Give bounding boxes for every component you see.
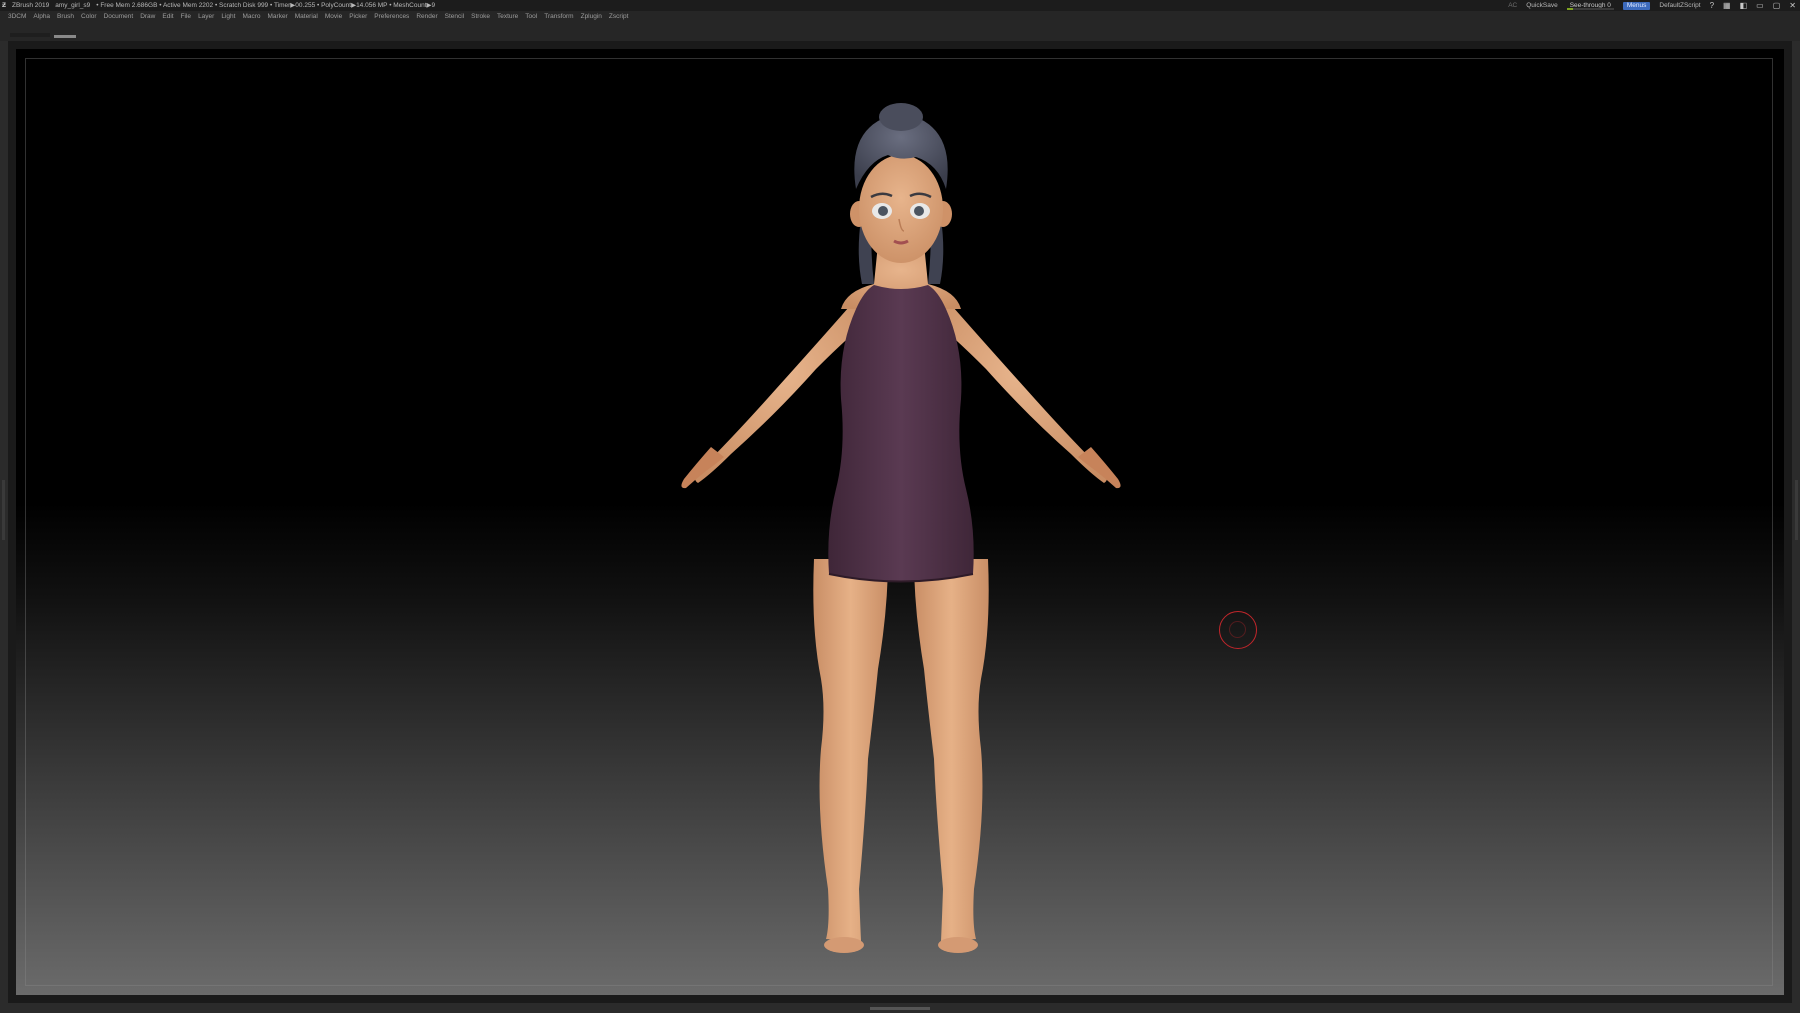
help-icon[interactable]: ? bbox=[1710, 0, 1714, 11]
menu-preferences[interactable]: Preferences bbox=[374, 11, 409, 23]
layout-icon[interactable]: ▦ bbox=[1723, 0, 1731, 11]
menu-transform[interactable]: Transform bbox=[544, 11, 573, 23]
bottom-tray-handle[interactable] bbox=[870, 1007, 930, 1010]
see-through-fill bbox=[1566, 8, 1573, 10]
left-iris bbox=[878, 206, 888, 216]
restore-icon[interactable]: ▢ bbox=[1773, 0, 1781, 11]
menu-file[interactable]: File bbox=[181, 11, 191, 23]
character-model[interactable] bbox=[616, 69, 1176, 995]
left-foot bbox=[824, 937, 864, 953]
shelf-tab[interactable] bbox=[10, 33, 50, 37]
menu-texture[interactable]: Texture bbox=[497, 11, 518, 23]
left-hand bbox=[681, 447, 724, 489]
see-through-track bbox=[1566, 8, 1614, 10]
menu-tool[interactable]: Tool bbox=[525, 11, 537, 23]
menu-alpha[interactable]: Alpha bbox=[33, 11, 50, 23]
right-hand bbox=[1078, 447, 1121, 489]
minimize-icon[interactable]: ▭ bbox=[1756, 0, 1764, 11]
menu-color[interactable]: Color bbox=[81, 11, 97, 23]
menus-button[interactable]: Menus bbox=[1622, 1, 1651, 10]
see-through-slider[interactable]: See-through 0 bbox=[1566, 0, 1614, 11]
menu-stencil[interactable]: Stencil bbox=[445, 11, 465, 23]
menu-items: 3DCM Alpha Brush Color Document Draw Edit File L… bbox=[8, 11, 628, 23]
menu-edit[interactable]: Edit bbox=[162, 11, 173, 23]
system-stats: • Free Mem 2.686GB • Active Mem 2202 • S… bbox=[96, 2, 436, 9]
menu-render[interactable]: Render bbox=[416, 11, 437, 23]
right-tray-handle[interactable] bbox=[1795, 480, 1798, 540]
app-title: ZBrush 2019 bbox=[11, 2, 50, 9]
menu-material[interactable]: Material bbox=[295, 11, 318, 23]
ac-label[interactable]: AC bbox=[1508, 0, 1517, 11]
menu-movie[interactable]: Movie bbox=[325, 11, 342, 23]
active-shelf-indicator[interactable] bbox=[54, 35, 76, 38]
title-bar: Ƶ ZBrush 2019 amy_girl_s9 • Free Mem 2.6… bbox=[0, 0, 1800, 11]
default-zscript-button[interactable]: DefaultZScript bbox=[1659, 0, 1700, 11]
close-icon[interactable]: ✕ bbox=[1789, 0, 1796, 11]
menu-brush[interactable]: Brush bbox=[57, 11, 74, 23]
quicksave-button[interactable]: QuickSave bbox=[1526, 0, 1557, 11]
menu-zplugin[interactable]: Zplugin bbox=[581, 11, 602, 23]
hair-bun bbox=[879, 103, 923, 131]
menu-marker[interactable]: Marker bbox=[268, 11, 288, 23]
menu-zscript[interactable]: Zscript bbox=[609, 11, 629, 23]
right-foot bbox=[938, 937, 978, 953]
dress bbox=[828, 285, 974, 582]
palette-icon[interactable]: ◧ bbox=[1740, 0, 1748, 11]
menu-layer[interactable]: Layer bbox=[198, 11, 214, 23]
zbrush-logo-icon: Ƶ bbox=[2, 2, 6, 9]
menu-light[interactable]: Light bbox=[221, 11, 235, 23]
menu-draw[interactable]: Draw bbox=[140, 11, 155, 23]
brush-cursor bbox=[1219, 611, 1257, 649]
file-name: amy_girl_s9 bbox=[55, 2, 91, 9]
menu-macro[interactable]: Macro bbox=[242, 11, 260, 23]
menu-stroke[interactable]: Stroke bbox=[471, 11, 490, 23]
face bbox=[859, 155, 943, 263]
right-leg bbox=[914, 559, 989, 941]
viewport-canvas[interactable] bbox=[16, 49, 1784, 995]
right-iris bbox=[914, 206, 924, 216]
tab-strip bbox=[0, 23, 1800, 41]
menu-bar: 3DCM Alpha Brush Color Document Draw Edit File L… bbox=[0, 11, 1800, 23]
menu-document[interactable]: Document bbox=[104, 11, 134, 23]
menu-picker[interactable]: Picker bbox=[349, 11, 367, 23]
menu-3dcm[interactable]: 3DCM bbox=[8, 11, 26, 23]
left-tray-handle[interactable] bbox=[2, 480, 5, 540]
left-leg bbox=[813, 559, 888, 941]
